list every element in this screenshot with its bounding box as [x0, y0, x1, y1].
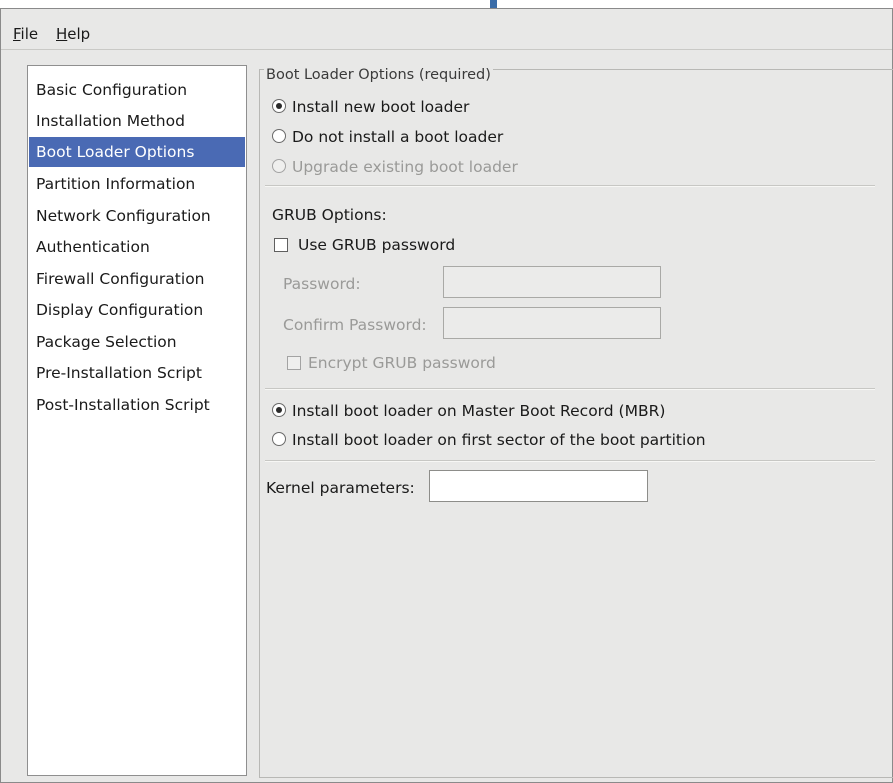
sidebar-item-pre-installation-script[interactable]: Pre-Installation Script	[29, 358, 245, 388]
radio-label: Install new boot loader	[292, 98, 470, 116]
radio-indicator	[272, 403, 286, 417]
checkbox-label: Encrypt GRUB password	[308, 354, 496, 372]
separator	[265, 185, 875, 187]
sidebar-item-partition-information[interactable]: Partition Information	[29, 169, 245, 199]
radio-selected-dot	[276, 103, 282, 109]
sidebar-item-display-configuration[interactable]: Display Configuration	[29, 295, 245, 325]
radio-label: Install boot loader on first sector of t…	[292, 431, 706, 449]
boot-loader-group-title: Boot Loader Options (required)	[264, 67, 493, 83]
sidebar-item-installation-method[interactable]: Installation Method	[29, 106, 245, 136]
confirm-password-label: Confirm Password:	[283, 316, 427, 334]
section-list[interactable]: Basic Configuration Installation Method …	[27, 65, 247, 776]
radio-indicator	[272, 159, 286, 173]
menu-file-label: ile	[20, 25, 39, 43]
checkbox-indicator	[274, 238, 288, 252]
sidebar-item-firewall-configuration[interactable]: Firewall Configuration	[29, 264, 245, 294]
kernel-parameters-input[interactable]	[429, 470, 648, 502]
menu-file-mnemonic: F	[13, 25, 21, 43]
radio-indicator	[272, 432, 286, 446]
radio-label: Do not install a boot loader	[292, 128, 504, 146]
sidebar-item-basic-configuration[interactable]: Basic Configuration	[29, 75, 245, 105]
menu-help-label: elp	[67, 25, 91, 43]
confirm-password-field	[443, 307, 661, 339]
radio-label: Upgrade existing boot loader	[292, 158, 518, 176]
kernel-parameters-label: Kernel parameters:	[266, 479, 415, 497]
checkbox-label: Use GRUB password	[298, 236, 456, 254]
radio-label: Install boot loader on Master Boot Recor…	[292, 402, 666, 420]
kickstart-window: File Help Basic Configuration Installati…	[0, 8, 893, 783]
menu-help[interactable]: Help	[56, 25, 90, 43]
sidebar-item-boot-loader-options[interactable]: Boot Loader Options	[29, 137, 245, 167]
radio-selected-dot	[276, 407, 282, 413]
sidebar-item-post-installation-script[interactable]: Post-Installation Script	[29, 390, 245, 420]
menu-file[interactable]: File	[13, 25, 38, 43]
grub-options-heading: GRUB Options:	[272, 206, 387, 224]
sidebar-item-package-selection[interactable]: Package Selection	[29, 327, 245, 357]
menu-separator	[1, 49, 892, 50]
radio-indicator	[272, 99, 286, 113]
separator	[265, 460, 875, 462]
separator	[265, 388, 875, 390]
radio-indicator	[272, 129, 286, 143]
sidebar-item-network-configuration[interactable]: Network Configuration	[29, 201, 245, 231]
password-label: Password:	[283, 275, 361, 293]
password-field	[443, 266, 661, 298]
sidebar-item-authentication[interactable]: Authentication	[29, 232, 245, 262]
menu-bar: File Help	[1, 9, 892, 49]
menu-help-mnemonic: H	[56, 25, 68, 43]
checkbox-indicator	[287, 356, 301, 370]
